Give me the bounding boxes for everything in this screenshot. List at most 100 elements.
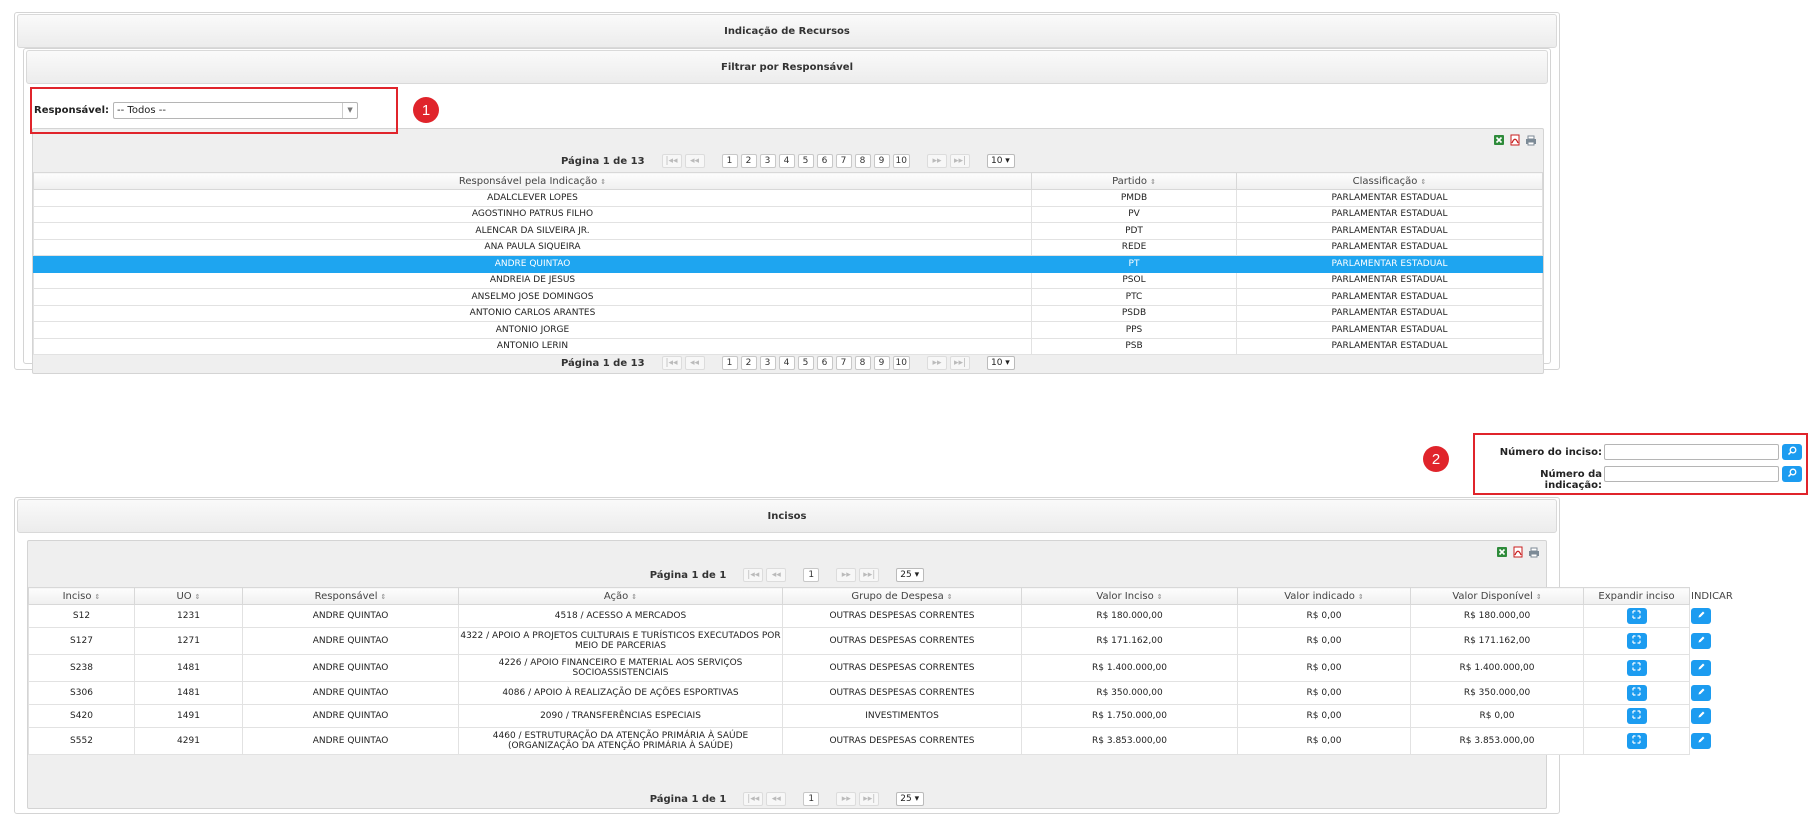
table-row[interactable]: ANTONIO JORGE PPS PARLAMENTAR ESTADUAL [33,321,1543,339]
sort-icon[interactable]: ⇕ [1358,593,1364,601]
page-button[interactable]: 2 [740,154,757,168]
page-button[interactable]: 6 [816,356,833,370]
column-header[interactable]: Valor Disponível ⇕ [1410,587,1584,605]
page-button[interactable]: 5 [797,356,814,370]
page-size-select[interactable]: 25 ▾ [896,792,925,806]
page-button[interactable]: 1 [803,792,820,806]
page-button[interactable]: 9 [873,356,890,370]
page-size-select[interactable]: 25 ▾ [896,568,925,582]
column-header[interactable]: Ação ⇕ [458,587,783,605]
table-row[interactable]: AGOSTINHO PATRUS FILHO PV PARLAMENTAR ESTA… [33,205,1543,223]
page-button[interactable]: 3 [759,154,776,168]
expand-inciso-button[interactable] [1626,708,1647,724]
page-button[interactable]: 4 [778,356,795,370]
sort-icon[interactable]: ⇕ [380,593,386,601]
expand-inciso-button[interactable] [1626,633,1647,649]
first-page-button[interactable]: |◂◂ [661,356,682,370]
sort-icon[interactable]: ⇕ [1536,593,1542,601]
expand-inciso-button[interactable] [1626,733,1647,749]
sort-icon[interactable]: ⇕ [1157,593,1163,601]
indicar-button[interactable] [1691,633,1711,649]
table-row[interactable]: ANDREIA DE JESUS PSOL PARLAMENTAR ESTADUAL [33,271,1543,289]
next-page-button[interactable]: ▸▸ [836,568,857,582]
indicar-button[interactable] [1691,608,1711,624]
column-header[interactable]: Responsável ⇕ [242,587,459,605]
excel-icon[interactable] [1495,545,1508,558]
last-page-button[interactable]: ▸▸| [949,356,970,370]
last-page-button[interactable]: ▸▸| [859,792,880,806]
numero-inciso-input[interactable] [1604,444,1779,460]
page-button[interactable]: 3 [759,356,776,370]
page-size-select[interactable]: 10 ▾ [986,356,1015,370]
column-header[interactable]: Valor indicado ⇕ [1237,587,1411,605]
expand-inciso-button[interactable] [1626,608,1647,624]
column-header[interactable]: Valor Inciso ⇕ [1021,587,1238,605]
sort-icon[interactable]: ⇕ [947,593,953,601]
sort-icon[interactable]: ⇕ [600,178,606,186]
sort-icon[interactable]: ⇕ [95,593,101,601]
excel-icon[interactable] [1492,133,1505,146]
table-row[interactable]: ANDRE QUINTAO PT PARLAMENTAR ESTADUAL [33,255,1543,273]
page-button[interactable]: 1 [721,356,738,370]
page-button[interactable]: 5 [797,154,814,168]
pdf-icon[interactable] [1511,545,1524,558]
page-button[interactable]: 1 [803,568,820,582]
next-page-button[interactable]: ▸▸ [836,792,857,806]
print-icon[interactable] [1524,133,1537,146]
numero-indicacao-input[interactable] [1604,466,1779,482]
prev-page-button[interactable]: ◂◂ [684,356,705,370]
table-row[interactable]: ADALCLEVER LOPES PMDB PARLAMENTAR ESTADUAL [33,189,1543,207]
next-page-button[interactable]: ▸▸ [926,154,947,168]
page-button[interactable]: 8 [854,154,871,168]
first-page-button[interactable]: |◂◂ [743,568,764,582]
column-header[interactable]: Partido ⇕ [1031,172,1237,190]
page-button[interactable]: 6 [816,154,833,168]
page-button[interactable]: 10 [892,154,910,168]
page-button[interactable]: 9 [873,154,890,168]
column-header[interactable]: Classificação ⇕ [1236,172,1543,190]
table-row[interactable]: S238 1481 ANDRE QUINTAO 4226 / APOIO FINANC… [28,654,1711,682]
prev-page-button[interactable]: ◂◂ [766,792,787,806]
last-page-button[interactable]: ▸▸| [859,568,880,582]
prev-page-button[interactable]: ◂◂ [684,154,705,168]
column-header[interactable]: Responsável pela Indicação ⇕ [33,172,1032,190]
expand-inciso-button[interactable] [1626,660,1647,676]
first-page-button[interactable]: |◂◂ [661,154,682,168]
indicar-button[interactable] [1691,685,1711,701]
page-button[interactable]: 7 [835,154,852,168]
column-header[interactable]: Inciso ⇕ [28,587,135,605]
prev-page-button[interactable]: ◂◂ [766,568,787,582]
page-button[interactable]: 10 [892,356,910,370]
page-button[interactable]: 8 [854,356,871,370]
sort-icon[interactable]: ⇕ [1150,178,1156,186]
pdf-icon[interactable] [1508,133,1521,146]
expand-inciso-button[interactable] [1626,685,1647,701]
table-row[interactable]: S306 1481 ANDRE QUINTAO 4086 / APOIO À REAL… [28,681,1711,705]
print-icon[interactable] [1527,545,1540,558]
first-page-button[interactable]: |◂◂ [743,792,764,806]
page-size-select[interactable]: 10 ▾ [986,154,1015,168]
sort-icon[interactable]: ⇕ [631,593,637,601]
column-header[interactable]: Expandir inciso [1583,587,1690,605]
table-row[interactable]: S420 1491 ANDRE QUINTAO 2090 / TRANSFERÊNCI… [28,704,1711,728]
indicar-button[interactable] [1691,708,1711,724]
column-header[interactable]: UO ⇕ [134,587,243,605]
table-row[interactable]: S12 1231 ANDRE QUINTAO 4518 / ACESSO A MERC… [28,604,1711,628]
table-row[interactable]: ALENCAR DA SILVEIRA JR. PDT PARLAMENTAR ES… [33,222,1543,240]
column-header[interactable]: Grupo de Despesa ⇕ [782,587,1022,605]
next-page-button[interactable]: ▸▸ [926,356,947,370]
table-row[interactable]: S127 1271 ANDRE QUINTAO 4322 / APOIO A PROJ… [28,627,1711,655]
search-indicacao-button[interactable] [1782,466,1802,482]
table-row[interactable]: ANTONIO CARLOS ARANTES PSDB PARLAMENTAR ES… [33,304,1543,322]
indicar-button[interactable] [1691,660,1711,676]
page-button[interactable]: 1 [721,154,738,168]
table-row[interactable]: ANA PAULA SIQUEIRA REDE PARLAMENTAR ESTADU… [33,238,1543,256]
sort-icon[interactable]: ⇕ [1420,178,1426,186]
page-button[interactable]: 7 [835,356,852,370]
table-row[interactable]: S552 4291 ANDRE QUINTAO 4460 / ESTRUTURAÇÃO… [28,727,1711,755]
indicar-button[interactable] [1691,733,1711,749]
page-button[interactable]: 4 [778,154,795,168]
page-button[interactable]: 2 [740,356,757,370]
sort-icon[interactable]: ⇕ [195,593,201,601]
table-row[interactable]: ANSELMO JOSE DOMINGOS PTC PARLAMENTAR ESTA… [33,288,1543,306]
